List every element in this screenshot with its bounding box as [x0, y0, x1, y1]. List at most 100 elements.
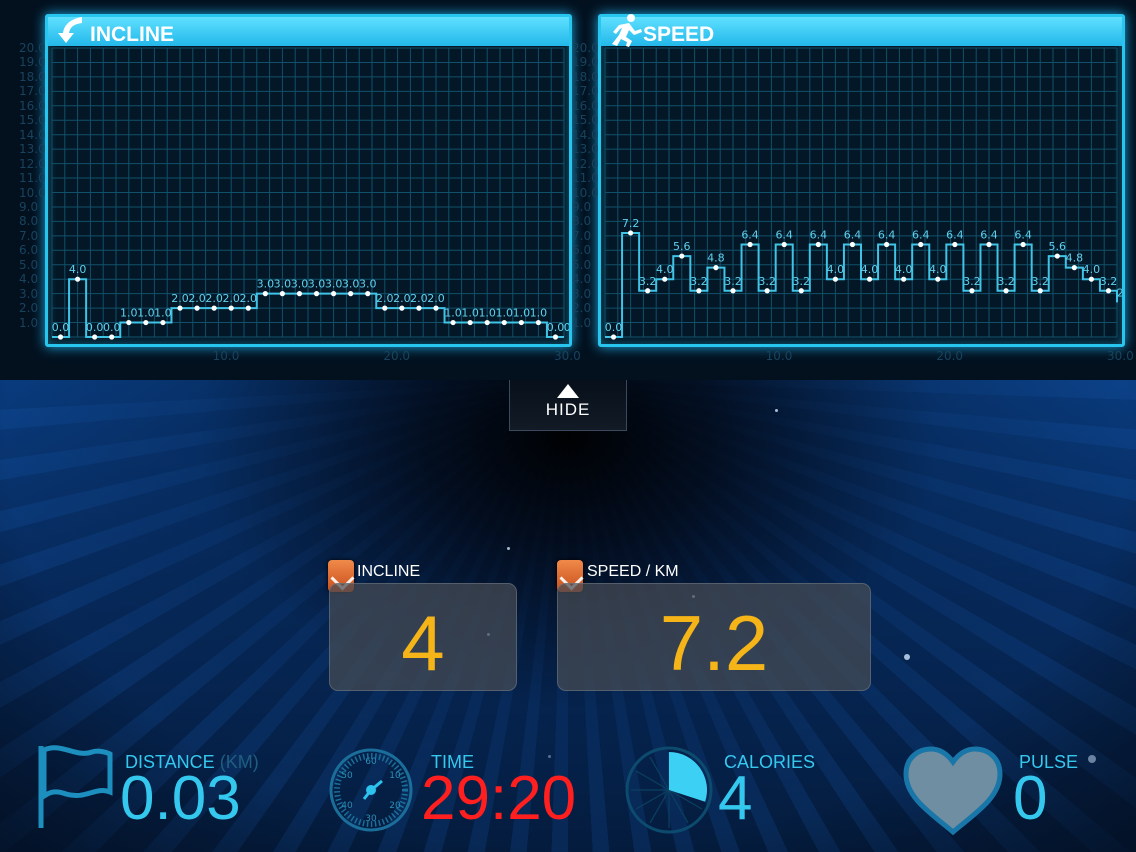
y-tick-label: 7.0 [572, 228, 592, 243]
incline-control-label: INCLINE [357, 563, 421, 580]
data-label: 6.4 [878, 229, 896, 242]
data-label: 3.0 [291, 278, 309, 291]
data-label: 3.2 [1031, 275, 1049, 288]
incline-chart-header: INCLINE [48, 17, 569, 46]
y-tick-label: 18.0 [19, 69, 46, 84]
data-point [296, 291, 303, 297]
incline-chart-title: INCLINE [90, 23, 174, 46]
data-point [610, 334, 617, 340]
hide-charts-button[interactable]: HIDE [509, 380, 627, 431]
data-point [518, 319, 524, 326]
data-label: 1.0 [478, 307, 496, 320]
data-label: 0.0 [52, 321, 70, 334]
data-point [348, 291, 354, 297]
data-point [467, 319, 473, 326]
y-tick-label: 10.0 [19, 185, 46, 200]
data-point [713, 265, 719, 271]
data-label: 1.0 [137, 307, 155, 320]
y-tick-label: 2.0 [572, 301, 592, 316]
data-label: 1.0 [513, 307, 531, 320]
data-label: 2.0 [171, 292, 189, 305]
data-point [313, 291, 320, 297]
star [548, 755, 551, 758]
data-point [866, 276, 873, 282]
hide-button-label: HIDE [545, 400, 591, 419]
data-point [1105, 288, 1112, 294]
speed-chart-panel: 0.0 7.2 3.2 4.0 5.6 3.2 4.8 3.2 6.4 3.2 6.4 3.2 6.4 4… [598, 14, 1125, 347]
y-tick-label: 6.0 [572, 243, 592, 258]
data-label: 0.0 [605, 321, 623, 334]
star [1088, 755, 1096, 763]
data-point [849, 241, 856, 248]
data-point [798, 288, 804, 294]
y-tick-label: 4.0 [572, 272, 592, 287]
incline-value-display[interactable]: 4 [329, 583, 517, 691]
data-label: 4.0 [69, 263, 87, 276]
data-point [552, 334, 559, 340]
data-label: 7.2 [622, 217, 640, 230]
data-label: 4.0 [861, 263, 879, 276]
data-label: 4.0 [827, 263, 845, 276]
speed-value-display[interactable]: 7.2 [557, 583, 871, 691]
data-label: 3.2 [758, 275, 776, 288]
data-label: 3.2 [1100, 275, 1118, 288]
data-label: 6.4 [946, 229, 964, 242]
data-label: 6.4 [980, 229, 998, 242]
x-tick-label: 10.0 [765, 349, 793, 363]
data-point [57, 334, 64, 340]
data-point [399, 305, 405, 311]
y-tick-label: 12.0 [19, 156, 46, 171]
dial-mark: 60 [365, 757, 377, 767]
data-label: 5.6 [1049, 240, 1067, 253]
x-tick-label: 20.0 [383, 349, 411, 363]
data-point [730, 288, 736, 294]
data-label: 6.4 [775, 229, 793, 242]
y-tick-label: 18.0 [572, 69, 599, 84]
y-tick-label: 8.0 [19, 214, 39, 229]
data-label: 6.4 [1014, 229, 1032, 242]
data-point [1054, 253, 1060, 259]
y-tick-label: 9.0 [572, 199, 592, 214]
data-label: 3.0 [274, 278, 292, 291]
data-point [884, 241, 890, 248]
y-tick-label: 19.0 [572, 55, 599, 70]
data-label: 3.0 [342, 278, 360, 291]
data-label: 2.0 [222, 292, 240, 305]
x-tick-label: 30.0 [554, 349, 581, 363]
dial-mark: 40 [341, 801, 353, 811]
data-label: 2.0 [427, 292, 445, 305]
y-tick-label: 20.0 [572, 41, 599, 55]
speed-chart-header: SPEED [601, 14, 1122, 47]
speed-chart-title: SPEED [643, 23, 715, 46]
time-value: 29:20 [421, 764, 577, 833]
data-point [747, 241, 753, 248]
data-point [92, 334, 98, 340]
y-tick-label: 17.0 [19, 84, 46, 99]
calories-fill [669, 752, 707, 802]
stopwatch-icon: 60 10 20 30 40 50 [329, 748, 413, 832]
incline-chart: 0.04.00.0 0.01.0 1.0 1.02.0 2.0 2.0 2.0 2.03.0 3… [51, 47, 569, 340]
y-tick-label: 16.0 [572, 98, 599, 113]
data-point [781, 241, 787, 248]
y-tick-label: 11.0 [19, 171, 46, 186]
data-point [535, 319, 541, 326]
data-point [75, 276, 81, 282]
calories-value: 4 [718, 764, 753, 833]
data-label: 2.0 [188, 292, 206, 305]
data-label: 2.0 [205, 292, 223, 305]
data-point [832, 276, 838, 282]
data-point [901, 276, 907, 282]
data-point [484, 319, 490, 326]
data-label: 3.2 [690, 275, 708, 288]
data-point [1037, 288, 1043, 294]
data-label: 0.0 [103, 321, 121, 334]
y-tick-label: 1.0 [19, 315, 39, 330]
chart-grid [604, 47, 1118, 338]
data-point [935, 276, 941, 282]
data-label: 1.0 [530, 307, 548, 320]
y-tick-label: 1.0 [572, 315, 592, 330]
y-tick-label: 11.0 [572, 171, 599, 186]
data-label: 1.0 [461, 307, 479, 320]
y-tick-label: 14.0 [572, 127, 599, 142]
data-label: 2.4 [1117, 286, 1122, 299]
